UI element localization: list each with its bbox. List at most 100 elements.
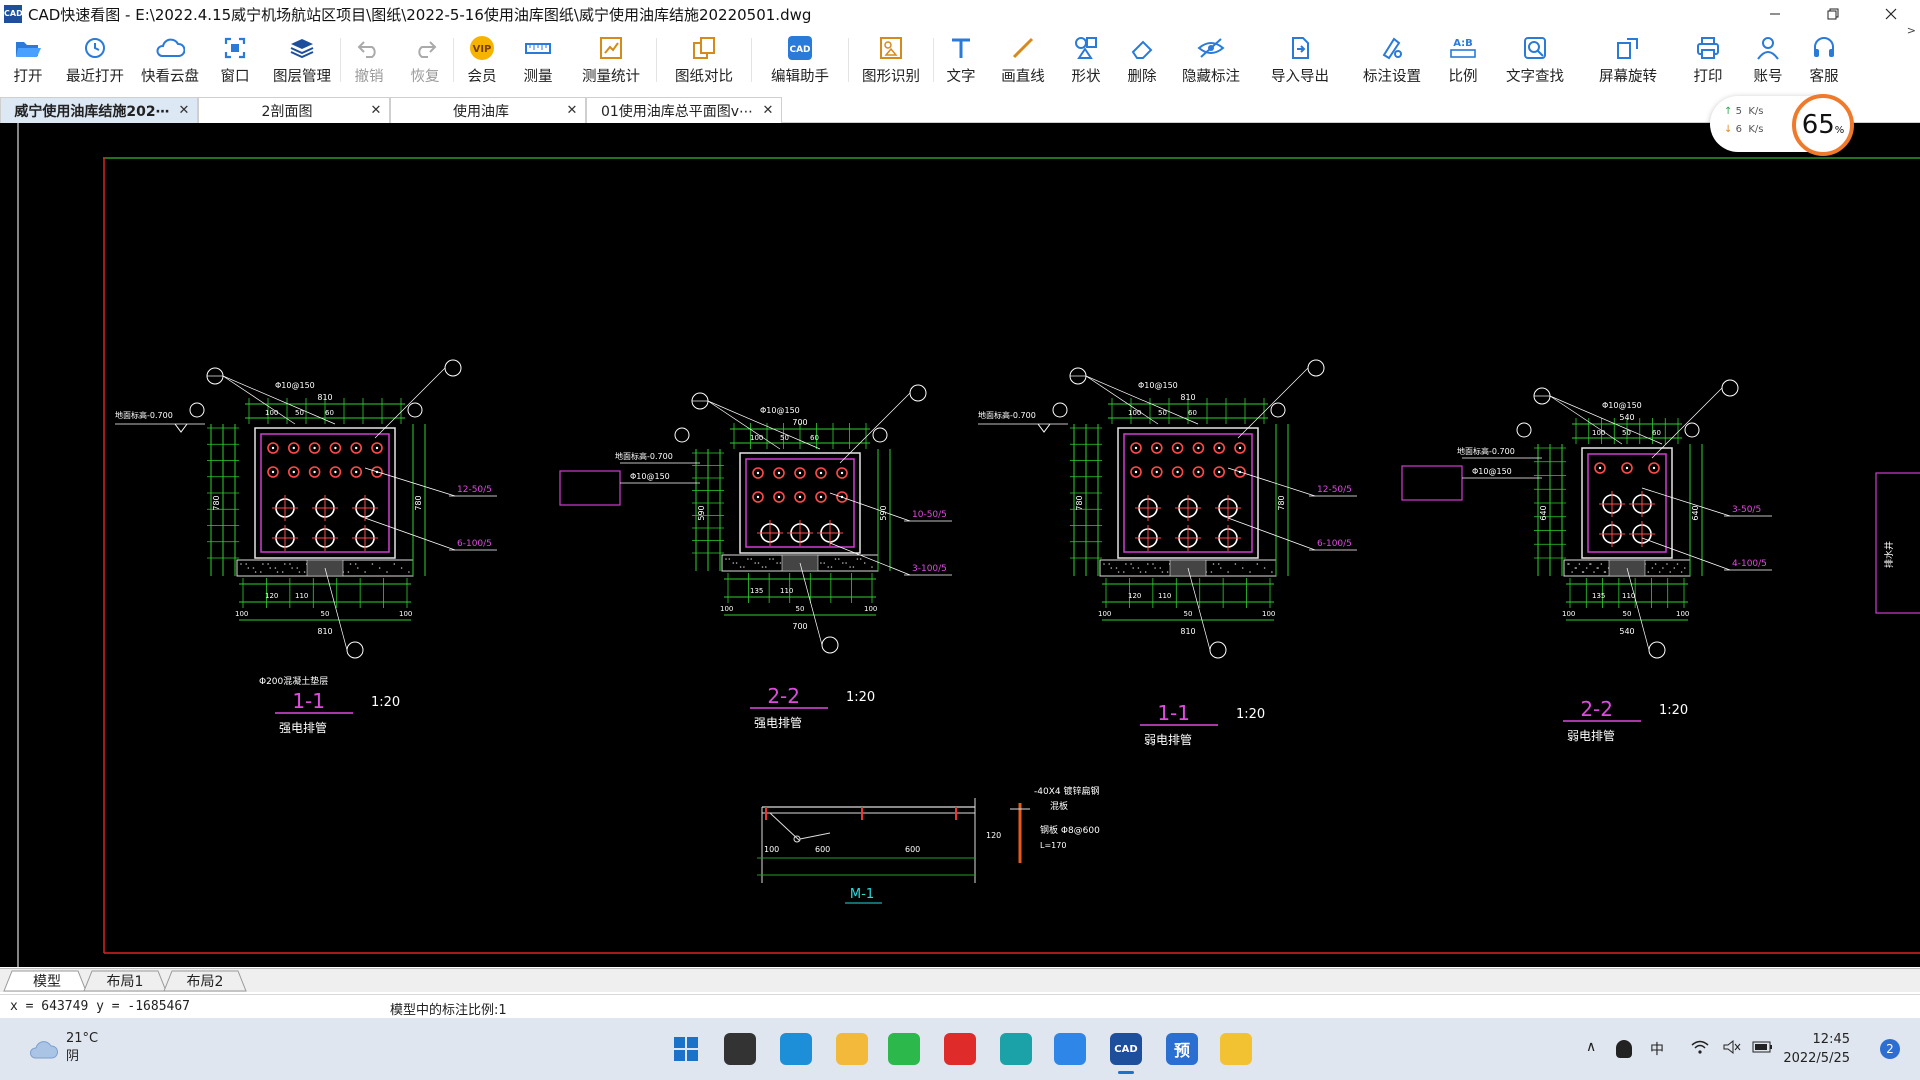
toolbar-window-button[interactable]: 窗口 (206, 28, 264, 90)
detail-dim: 600 (905, 845, 920, 854)
toolbar-print-button[interactable]: 打印 (1676, 28, 1740, 90)
dim-text: 100 (1262, 610, 1275, 618)
toolbar-line-button[interactable]: 画直线 (988, 28, 1058, 90)
doc-tab-2[interactable]: 2剖面图 ✕ (198, 97, 390, 123)
shapes-icon (1071, 34, 1101, 62)
browser-icon[interactable] (1000, 1033, 1032, 1065)
dim-text: Φ200混凝土垫层 (259, 675, 328, 687)
preview-icon[interactable]: 预 (1166, 1033, 1198, 1065)
toolbar-label: 测量 (523, 69, 553, 85)
toolbar-folder-open-button[interactable]: 打开 (0, 28, 56, 90)
file-explorer-icon[interactable] (836, 1033, 868, 1065)
layout-tab-model[interactable]: 模型 (12, 971, 82, 991)
detail-m1: 100 600 600 120 -40X4 镀锌扁钢 混板 钢板 Φ8@600 … (757, 785, 1100, 904)
toolbar-annotation-settings-button[interactable]: 标注设置 (1348, 28, 1436, 90)
dim-text: 60 (1188, 409, 1197, 417)
minimize-button[interactable] (1746, 0, 1804, 28)
folder-open-icon (13, 34, 43, 62)
start-icon[interactable] (670, 1033, 702, 1065)
toolbar-cloud-button[interactable]: 快看云盘 (134, 28, 206, 90)
dim-text: 780 (1277, 495, 1286, 510)
weather-widget[interactable]: 21°C 阴 (28, 1030, 98, 1066)
layout-tab-1[interactable]: 布局1 (92, 971, 158, 991)
notification-badge[interactable]: 2 (1880, 1039, 1900, 1059)
dim-text: 60 (325, 409, 334, 417)
toolbar-more-button[interactable]: > (1907, 24, 1916, 37)
wechat-icon[interactable] (888, 1033, 920, 1065)
drawing-canvas[interactable]: 810 100 50 60 120 110 50 100 100 810 780 780 12-50/5… (0, 123, 1920, 967)
notes-icon[interactable] (1220, 1033, 1252, 1065)
dim-text: 540 (1619, 627, 1634, 636)
toolbar-layers-button[interactable]: 图层管理 (264, 28, 340, 90)
dim-text: 135 (750, 587, 763, 595)
dim-text: 120 (265, 592, 278, 600)
toolbar-label: 导入导出 (1271, 69, 1329, 85)
toolbar-compare-button[interactable]: 图纸对比 (657, 28, 751, 90)
dim-text: 1:20 (846, 690, 875, 705)
toolbar-label: 文字 (946, 69, 976, 85)
toolbar-undo-button[interactable]: 撤销 (341, 28, 397, 90)
doc-tab-4[interactable]: 01使用油库总平面图v⋯ ✕ (586, 97, 782, 123)
toolbar-text-search-button[interactable]: 文字查找 (1490, 28, 1580, 90)
toolbar-rotate-screen-button[interactable]: 屏幕旋转 (1580, 28, 1676, 90)
toolbar-history-button[interactable]: 最近打开 (56, 28, 134, 90)
toolbar-label: 会员 (467, 69, 497, 85)
toolbar-redo-button[interactable]: 恢复 (397, 28, 453, 90)
cad-viewer-icon[interactable]: CAD (1110, 1033, 1142, 1074)
dim-text: 地面标高-0.700 (978, 410, 1036, 420)
doc-tab-1[interactable]: 威宁使用油库结施202⋯ ✕ (0, 97, 198, 123)
toolbar-shape-recognize-button[interactable]: 图形识别 (849, 28, 933, 90)
rotate-screen-icon (1613, 34, 1643, 62)
toolbar-edit-assistant-button[interactable]: CAD 编辑助手 (752, 28, 848, 90)
system-clock[interactable]: 12:45 2022/5/25 (1783, 1030, 1850, 1068)
toolbar-scale-button[interactable]: A:B 比例 (1436, 28, 1490, 90)
toolbar-label: 打印 (1693, 69, 1723, 85)
dim-text: Φ10@150 (1602, 401, 1642, 410)
drawing-svg: 810 100 50 60 120 110 50 100 100 810 780 780 12-50/5… (17, 123, 1920, 967)
dim-text: Φ10@150 (1138, 381, 1178, 390)
ime-indicator[interactable]: 中 (1650, 1039, 1664, 1059)
text-icon (946, 34, 976, 62)
dim-text: 1-1 (1157, 701, 1190, 725)
detail-dim: 120 (986, 831, 1001, 840)
dim-text: 135 (1592, 592, 1605, 600)
layout-tab-bar: 模型 布局1 布局2 (0, 968, 1920, 992)
toolbar-measure-stats-button[interactable]: 测量统计 (566, 28, 656, 90)
dim-text: 640 (1539, 505, 1548, 520)
close-tab-icon[interactable]: ✕ (565, 103, 579, 118)
maximize-button[interactable] (1804, 0, 1862, 28)
doc-tab-3[interactable]: 使用油库 ✕ (390, 97, 586, 123)
net-speed-widget[interactable]: ↑ 5 K/s ↓ 6 K/s 65% (1710, 94, 1854, 156)
toolbar-account-button[interactable]: 账号 (1740, 28, 1796, 90)
dim-text: Φ10@150 (630, 472, 670, 481)
dim-text: 4-100/5 (1732, 559, 1767, 569)
wps-icon[interactable] (944, 1033, 976, 1065)
dim-text: 540 (1619, 413, 1634, 422)
task-view-icon[interactable] (724, 1033, 756, 1065)
tray-chevron-icon[interactable]: ∧ (1586, 1039, 1596, 1055)
dim-text: 100 (1098, 610, 1111, 618)
toolbar-shapes-button[interactable]: 形状 (1058, 28, 1114, 90)
close-tab-icon[interactable]: ✕ (177, 103, 191, 118)
close-tab-icon[interactable]: ✕ (761, 103, 775, 118)
dim-text: 100 (235, 610, 248, 618)
svg-text:VIP: VIP (473, 44, 492, 55)
toolbar-import-export-button[interactable]: 导入导出 (1252, 28, 1348, 90)
close-tab-icon[interactable]: ✕ (369, 103, 383, 118)
toolbar-ruler-button[interactable]: 测量 (510, 28, 566, 90)
volume-muted-icon[interactable] (1722, 1039, 1742, 1059)
account-icon (1753, 34, 1783, 62)
wifi-icon[interactable] (1690, 1039, 1710, 1059)
qq-icon[interactable] (1616, 1040, 1632, 1058)
toolbar-vip-button[interactable]: VIP 会员 (454, 28, 510, 90)
tencent-docs-icon[interactable] (1054, 1033, 1086, 1065)
layout-tab-2[interactable]: 布局2 (172, 971, 238, 991)
edge-text: 排水井 (1883, 541, 1895, 568)
toolbar-headset-button[interactable]: 客服 (1796, 28, 1852, 90)
toolbar-hide-annotation-button[interactable]: 隐藏标注 (1170, 28, 1252, 90)
edge-icon[interactable] (780, 1033, 812, 1065)
battery-icon[interactable] (1752, 1039, 1774, 1059)
svg-text:CAD: CAD (789, 45, 810, 55)
toolbar-text-button[interactable]: 文字 (934, 28, 988, 90)
toolbar-eraser-button[interactable]: 删除 (1114, 28, 1170, 90)
